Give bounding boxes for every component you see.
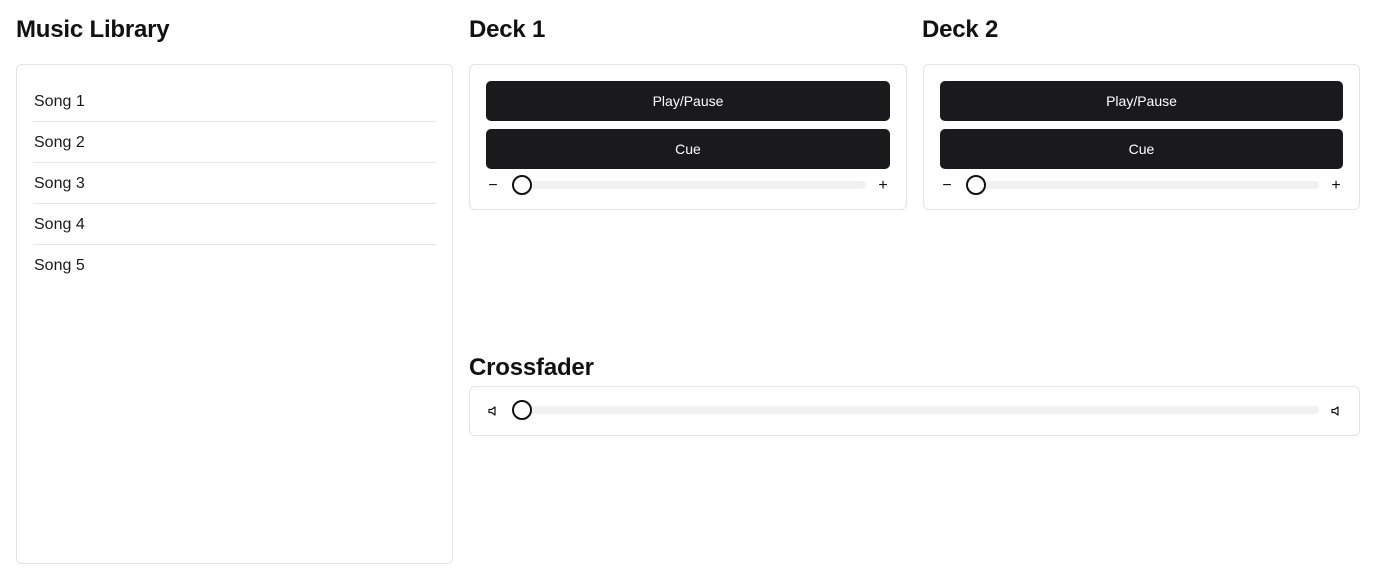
plus-icon[interactable]: + [876,177,890,195]
deck2-title: Deck 2 [922,16,999,43]
deck1-play-pause-button[interactable]: Play/Pause [486,81,890,121]
speaker-icon[interactable] [1331,406,1341,416]
deck2-slider-track[interactable] [966,175,1319,195]
deck1-cue-button[interactable]: Cue [486,129,890,169]
deck1-slider-track[interactable] [512,175,866,195]
deck2-slider-thumb[interactable] [966,175,986,195]
deck1-slider-thumb[interactable] [512,175,532,195]
speaker-icon[interactable] [488,406,498,416]
deck1-slider-row: − + [486,175,890,195]
crossfader-panel [469,386,1360,436]
deck1-panel: Play/Pause Cue − + [469,64,907,210]
deck2-play-pause-button[interactable]: Play/Pause [940,81,1343,121]
library-song-item[interactable]: Song 2 [33,122,436,163]
library-song-item[interactable]: Song 4 [33,204,436,245]
crossfader-title: Crossfader [469,354,594,381]
library-song-item[interactable]: Song 3 [33,163,436,204]
crossfader-thumb[interactable] [512,400,532,420]
minus-icon[interactable]: − [940,177,954,195]
crossfader-slider-row [486,400,1343,420]
crossfader-track[interactable] [512,400,1319,420]
deck2-cue-button[interactable]: Cue [940,129,1343,169]
deck1-title: Deck 1 [469,16,546,43]
library-song-item[interactable]: Song 1 [33,81,436,122]
library-panel: Song 1 Song 2 Song 3 Song 4 Song 5 [16,64,453,564]
library-song-item[interactable]: Song 5 [33,245,436,286]
deck2-slider-row: − + [940,175,1343,195]
minus-icon[interactable]: − [486,177,500,195]
deck2-panel: Play/Pause Cue − + [923,64,1360,210]
library-title: Music Library [16,16,170,43]
plus-icon[interactable]: + [1329,177,1343,195]
